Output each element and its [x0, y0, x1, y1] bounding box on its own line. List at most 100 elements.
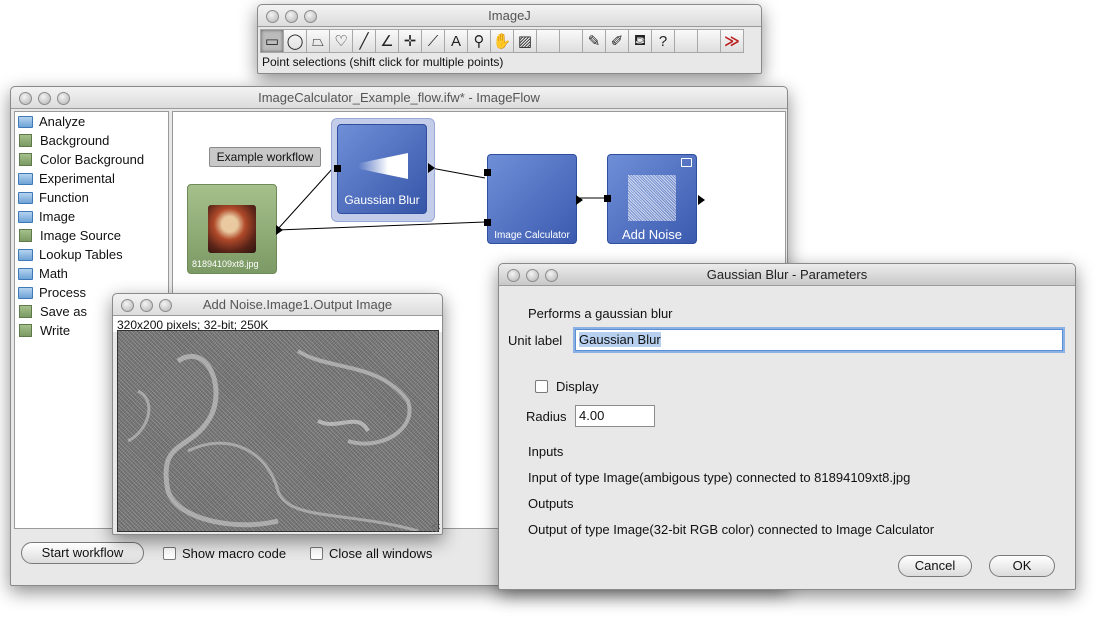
noise-input-port[interactable]: [604, 195, 611, 202]
blank-tool-icon[interactable]: [536, 29, 560, 53]
workflow-comment-label[interactable]: Example workflow: [209, 147, 321, 167]
sidebar-item-label: Save as: [40, 304, 87, 319]
minimize-icon[interactable]: [526, 269, 539, 282]
close-all-box[interactable]: [310, 547, 323, 560]
blur-input-port[interactable]: [334, 165, 341, 172]
hand-tool-icon[interactable]: ✋: [490, 29, 514, 53]
text-tool-icon[interactable]: A: [444, 29, 468, 53]
window-controls: [507, 269, 558, 282]
dialog-description: Performs a gaussian blur: [528, 306, 673, 321]
unit-label-caption: Unit label: [508, 333, 563, 348]
imagej-window: ImageJ ▭ ◯ ⏢ ♡ ╱ ∠ ✛ ⟋ A ⚲ ✋ ▨ ✎ ✐ ⛾? ≫ Point selection…: [257, 4, 762, 74]
display-label: Display: [556, 379, 599, 394]
point-tool-icon[interactable]: ✛: [398, 29, 422, 53]
close-icon[interactable]: [121, 299, 134, 312]
node-image-source[interactable]: 81894109xt8.jpg: [187, 184, 283, 274]
imageflow-titlebar[interactable]: ImageCalculator_Example_flow.ifw* - Imag…: [11, 87, 787, 109]
calc-input-port-2[interactable]: [484, 219, 491, 226]
sidebar-item-label: Experimental: [39, 171, 115, 186]
output-image-canvas[interactable]: [117, 330, 439, 532]
resize-grip-icon[interactable]: [432, 524, 440, 532]
connection-source-blur: [276, 167, 334, 231]
sidebar-item-label: Image Source: [40, 228, 121, 243]
display-box[interactable]: [535, 380, 548, 393]
magnifier-tool-icon[interactable]: ⚲: [467, 29, 491, 53]
calc-output-port[interactable]: [576, 195, 583, 205]
minimize-icon[interactable]: [38, 92, 51, 105]
show-macro-box[interactable]: [163, 547, 176, 560]
zoom-icon[interactable]: [545, 269, 558, 282]
zoom-icon[interactable]: [304, 10, 317, 23]
blank-tool-icon[interactable]: [674, 29, 698, 53]
sidebar-item-label: Function: [39, 190, 89, 205]
radius-input[interactable]: 4.00: [575, 405, 655, 427]
freehand-tool-icon[interactable]: ♡: [329, 29, 353, 53]
blank-tool-icon[interactable]: [559, 29, 583, 53]
dialog-titlebar[interactable]: Gaussian Blur - Parameters: [499, 264, 1075, 286]
folder-icon: [18, 210, 33, 223]
radius-caption: Radius: [526, 409, 567, 424]
display-checkbox[interactable]: Display: [535, 379, 599, 394]
sidebar-item-analyze[interactable]: Analyze: [15, 112, 168, 131]
sidebar-item-image[interactable]: Image: [15, 207, 168, 226]
sidebar-item-label: Math: [39, 266, 68, 281]
close-icon[interactable]: [266, 10, 279, 23]
window-controls: [19, 92, 70, 105]
node-add-noise[interactable]: Add Noise: [604, 154, 705, 244]
help-tool-icon[interactable]: ?: [651, 29, 675, 53]
imagej-titlebar[interactable]: ImageJ: [258, 5, 761, 27]
node-gaussian-blur[interactable]: Gaussian Blur: [334, 124, 435, 214]
source-output-port[interactable]: [276, 225, 283, 235]
minimize-icon[interactable]: [285, 10, 298, 23]
outputs-heading: Outputs: [528, 496, 574, 511]
unit-icon: [19, 324, 32, 337]
connection-blur-calc: [430, 167, 486, 179]
sidebar-item-color-background[interactable]: Color Background: [15, 150, 168, 169]
angle-tool-icon[interactable]: ∠: [375, 29, 399, 53]
sidebar-item-math[interactable]: Math: [15, 264, 168, 283]
close-icon[interactable]: [507, 269, 520, 282]
ok-button[interactable]: OK: [989, 555, 1055, 577]
node-image-calculator[interactable]: Image Calculator: [484, 154, 583, 244]
rectangle-tool-icon[interactable]: ▭: [260, 29, 284, 53]
unit-icon: [19, 153, 32, 166]
sidebar-item-lookup-tables[interactable]: Lookup Tables: [15, 245, 168, 264]
start-workflow-button[interactable]: Start workflow: [21, 542, 144, 564]
inputs-heading: Inputs: [528, 444, 564, 459]
node-blur-label: Gaussian Blur: [344, 193, 420, 207]
noise-image-contours: [127, 349, 419, 531]
line-tool-icon[interactable]: ╱: [352, 29, 376, 53]
close-all-checkbox[interactable]: Close all windows: [310, 546, 432, 561]
imageflow-title: ImageCalculator_Example_flow.ifw* - Imag…: [258, 90, 540, 105]
folder-icon: [18, 267, 33, 280]
noise-output-port[interactable]: [698, 195, 705, 205]
oval-tool-icon[interactable]: ◯: [283, 29, 307, 53]
sidebar-item-image-source[interactable]: Image Source: [15, 226, 168, 245]
calc-input-port-1[interactable]: [484, 169, 491, 176]
pencil-tool-icon[interactable]: ✎: [582, 29, 606, 53]
image-window-titlebar[interactable]: Add Noise.Image1.Output Image: [113, 294, 442, 316]
flood-fill-tool-icon[interactable]: ⛾: [628, 29, 652, 53]
display-output-icon[interactable]: [681, 158, 692, 167]
sidebar-item-function[interactable]: Function: [15, 188, 168, 207]
wand-tool-icon[interactable]: ⟋: [421, 29, 445, 53]
show-macro-checkbox[interactable]: Show macro code: [163, 546, 286, 561]
dialog-title: Gaussian Blur - Parameters: [706, 267, 868, 282]
zoom-icon[interactable]: [159, 299, 172, 312]
unit-label-input[interactable]: Gaussian Blur: [575, 329, 1063, 351]
folder-icon: [18, 172, 33, 185]
sidebar-item-label: Process: [39, 285, 86, 300]
blank-tool-icon[interactable]: [697, 29, 721, 53]
cancel-button[interactable]: Cancel: [898, 555, 972, 577]
minimize-icon[interactable]: [140, 299, 153, 312]
brush-tool-icon[interactable]: ✐: [605, 29, 629, 53]
close-icon[interactable]: [19, 92, 32, 105]
more-tools-icon[interactable]: ≫: [720, 29, 744, 53]
folder-icon: [18, 286, 33, 299]
sidebar-item-experimental[interactable]: Experimental: [15, 169, 168, 188]
polygon-tool-icon[interactable]: ⏢: [306, 29, 330, 53]
zoom-icon[interactable]: [57, 92, 70, 105]
blur-output-port[interactable]: [428, 163, 435, 173]
color-picker-tool-icon[interactable]: ▨: [513, 29, 537, 53]
sidebar-item-background[interactable]: Background: [15, 131, 168, 150]
